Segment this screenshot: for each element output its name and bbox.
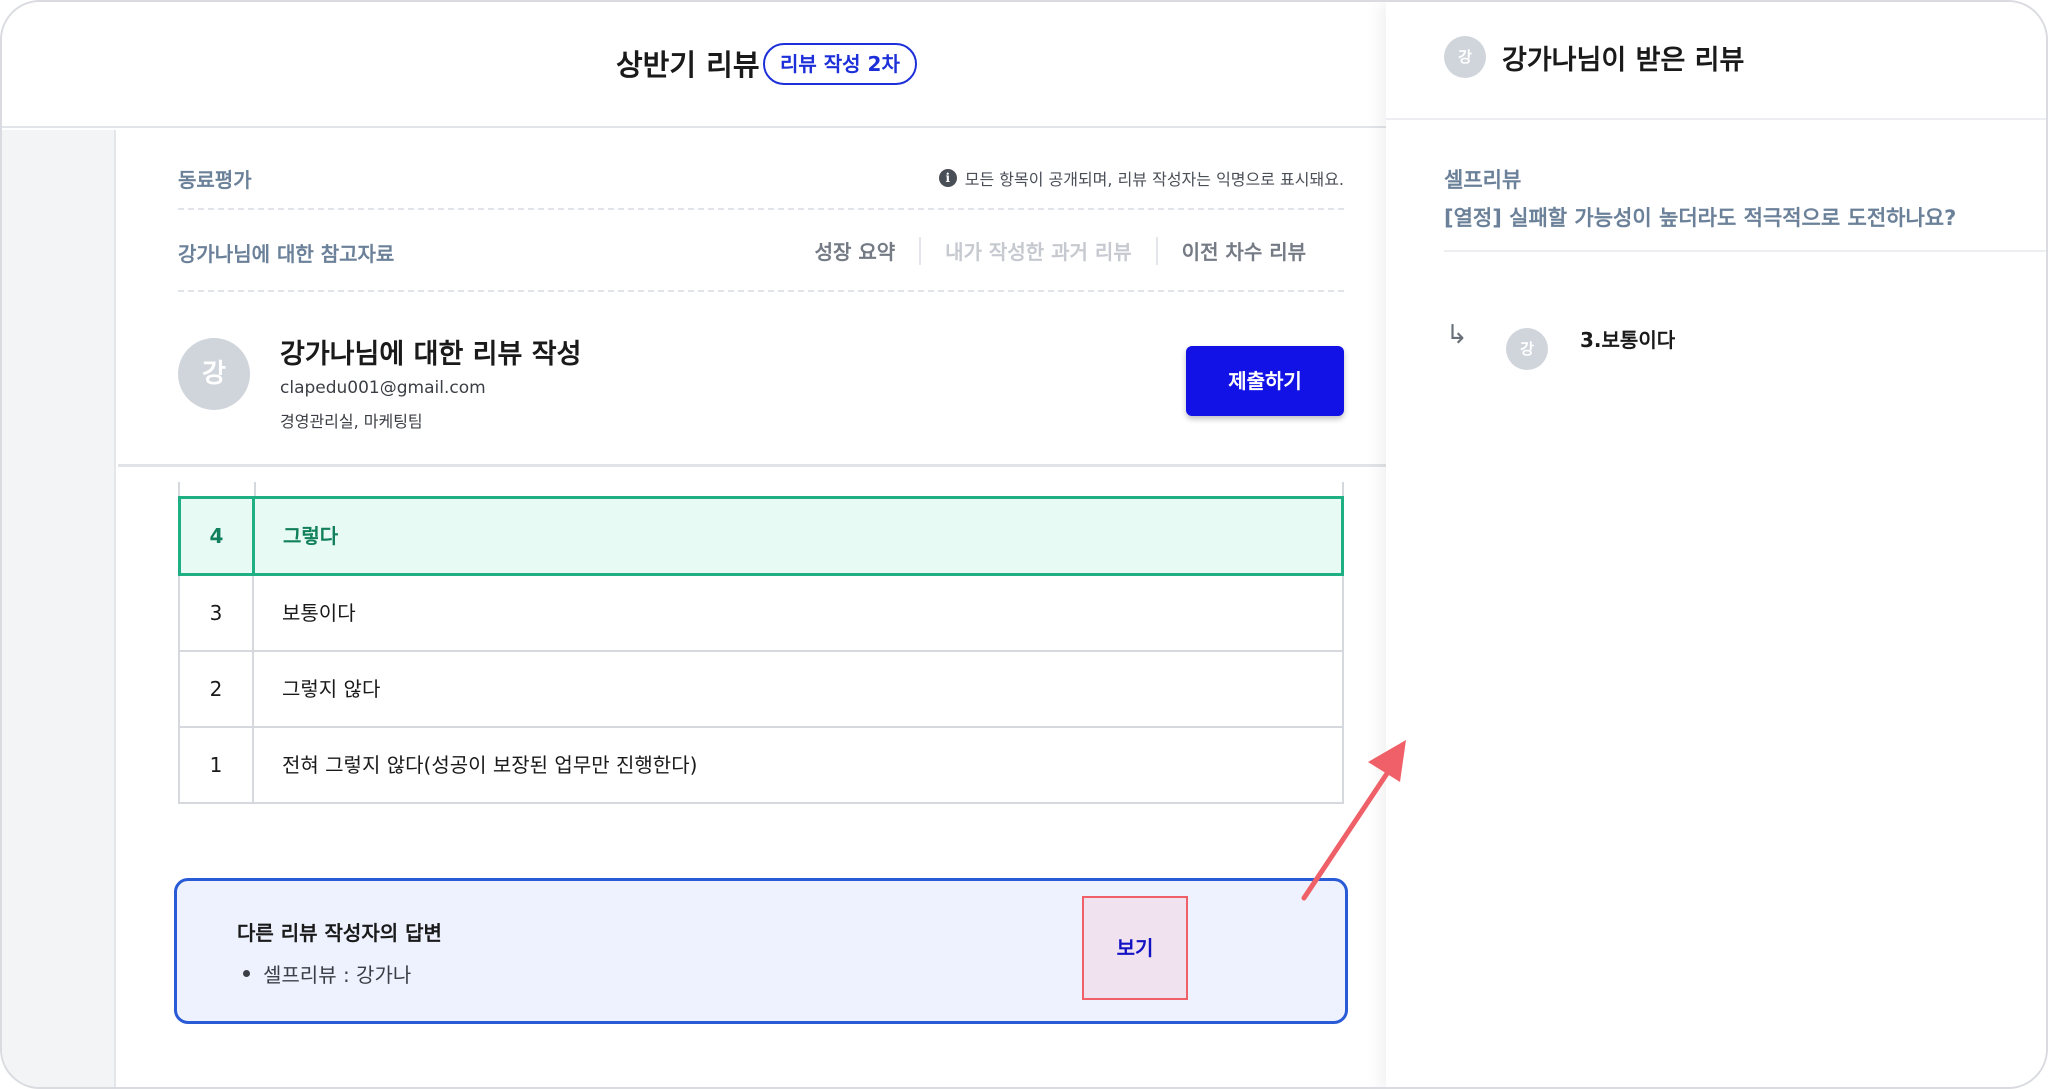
option-number: 1 (180, 728, 254, 802)
page-title: 상반기 리뷰 (616, 48, 760, 82)
other-answer-item: 셀프리뷰 : 강가나 (242, 959, 411, 988)
option-label: 그렇지 않다 (282, 677, 381, 701)
option-1[interactable]: 1 전혀 그렇지 않다(성공이 보장된 업무만 진행한다) (178, 728, 1344, 804)
option-label: 보통이다 (282, 601, 356, 625)
other-answers-title: 다른 리뷰 작성자의 답변 (237, 921, 442, 945)
anonymity-notice: i 모든 항목이 공개되며, 리뷰 작성자는 익명으로 표시돼요. (938, 166, 1344, 190)
reviewee-department: 경영관리실, 마케팅팀 (280, 412, 423, 431)
anonymity-notice-text: 모든 항목이 공개되며, 리뷰 작성자는 익명으로 표시돼요. (964, 170, 1344, 189)
info-icon: i (938, 169, 957, 187)
reviewee-profile: 강 강가나님에 대한 리뷰 작성 clapedu001@gmail.com 경영… (178, 330, 1344, 440)
submit-button[interactable]: 제출하기 (1186, 346, 1344, 416)
header: 상반기 리뷰 리뷰 작성 2차 (2, 2, 1386, 128)
option-number: 2 (180, 652, 254, 726)
round-badge: 리뷰 작성 2차 (763, 43, 917, 85)
option-3[interactable]: 3 보통이다 (178, 576, 1344, 652)
panel-divider (1444, 250, 2046, 252)
option-label: 그렇다 (283, 524, 339, 548)
reference-label: 강가나님에 대한 참고자료 (178, 242, 395, 266)
past-reviews-link[interactable]: 내가 작성한 과거 리뷰 (921, 236, 1156, 265)
section-divider (118, 464, 1386, 467)
option-label: 전혀 그렇지 않다(성공이 보장된 업무만 진행한다) (282, 753, 698, 777)
option-2[interactable]: 2 그렇지 않다 (178, 652, 1344, 728)
review-heading: 강가나님에 대한 리뷰 작성 (280, 339, 582, 370)
avatar: 강 (178, 338, 250, 410)
panel-title: 강가나님이 받은 리뷰 (1502, 45, 1745, 76)
option-number: 3 (180, 576, 254, 650)
panel-header: 강 강가나님이 받은 리뷰 (1386, 2, 2046, 120)
reply-arrow-icon: ↳ (1446, 320, 1468, 350)
received-reviews-panel: 강 강가나님이 받은 리뷰 셀프리뷰 [열정] 실패할 가능성이 높더라도 적극… (1386, 2, 2046, 1087)
view-button[interactable]: 보기 (1082, 896, 1188, 1000)
app-frame: 상반기 리뷰 리뷰 작성 2차 동료평가 i 모든 항목이 공개되며, 리뷰 작… (0, 0, 2048, 1089)
peer-review-row: 동료평가 i 모든 항목이 공개되며, 리뷰 작성자는 익명으로 표시돼요. (178, 160, 1344, 210)
reviewee-email: clapedu001@gmail.com (280, 378, 486, 398)
answer-options: 4 그렇다 3 보통이다 2 그렇지 않다 1 전혀 그렇지 않다(성공이 보장… (178, 482, 1344, 804)
growth-summary-link[interactable]: 성장 요약 (791, 236, 920, 265)
option-4[interactable]: 4 그렇다 (178, 496, 1344, 576)
peer-review-label: 동료평가 (178, 168, 252, 192)
option-number: 4 (181, 499, 255, 573)
review-form: 동료평가 i 모든 항목이 공개되며, 리뷰 작성자는 익명으로 표시돼요. 강… (118, 130, 1386, 1087)
review-question: [열정] 실패할 가능성이 높더라도 적극적으로 도전하나요? (1444, 206, 1957, 230)
avatar: 강 (1444, 36, 1486, 78)
previous-round-link[interactable]: 이전 차수 리뷰 (1158, 236, 1330, 265)
reference-links: 성장 요약 내가 작성한 과거 리뷰 이전 차수 리뷰 (791, 236, 1330, 265)
options-top-edge (178, 482, 1344, 496)
left-gutter (2, 130, 116, 1087)
reference-row: 강가나님에 대한 참고자료 성장 요약 내가 작성한 과거 리뷰 이전 차수 리… (178, 212, 1344, 292)
reply-avatar: 강 (1506, 328, 1548, 370)
self-review-label: 셀프리뷰 (1444, 168, 1522, 192)
reply-answer: 3.보통이다 (1580, 328, 1676, 352)
